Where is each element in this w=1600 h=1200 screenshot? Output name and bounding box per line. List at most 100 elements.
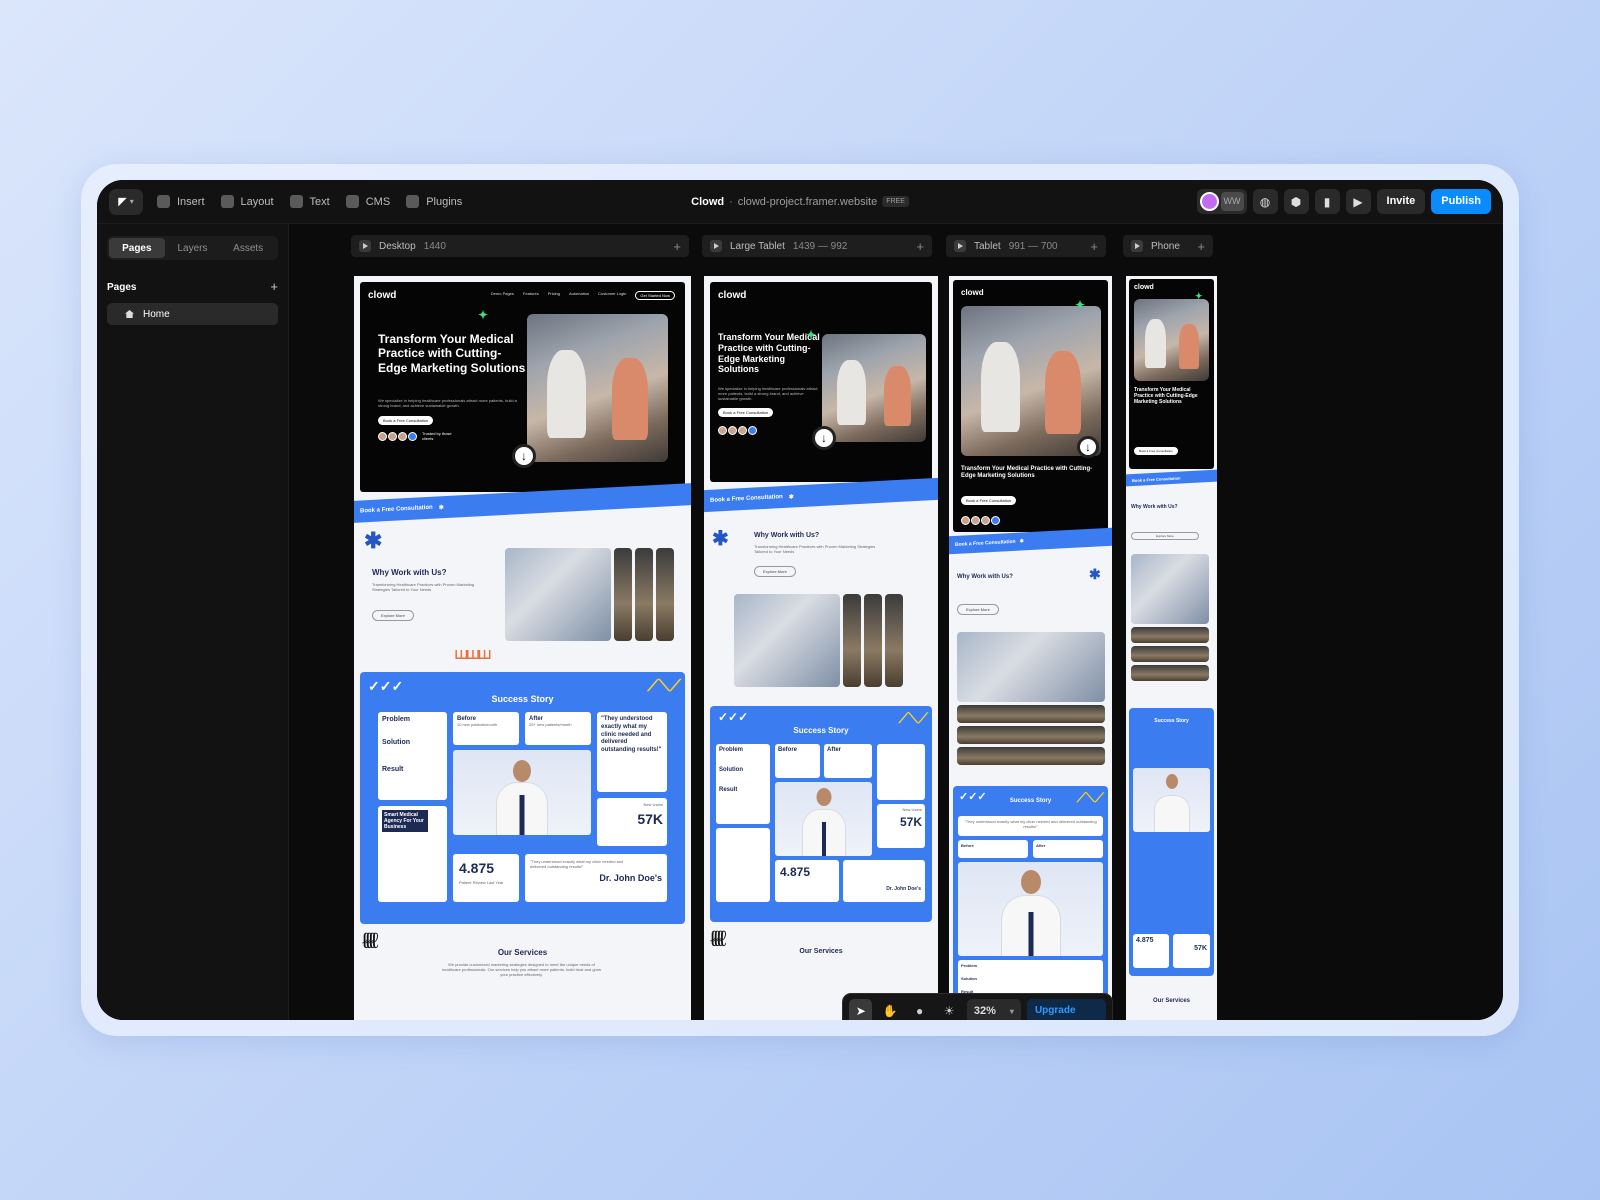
publish-button[interactable]: Publish (1431, 189, 1491, 214)
avatar (748, 426, 757, 435)
quote-text: "They understood exactly what my clinic … (601, 716, 662, 754)
avatar (981, 516, 990, 525)
after-card: After 25+ new patients/month (525, 712, 591, 745)
breakpoint-label-desktop[interactable]: Desktop 1440 + (351, 235, 689, 257)
asterisk-icon: ✱ (364, 528, 383, 553)
band-text: Book a Free Consultation (1132, 475, 1181, 483)
nav-link[interactable]: Customer Login (598, 291, 626, 300)
database-icon (345, 195, 359, 208)
quote-card: "They understood exactly what my clinic … (597, 712, 667, 792)
hero-subtitle: We specialize in helping healthcare prof… (378, 398, 517, 409)
tab-pages[interactable]: Pages (109, 238, 165, 258)
doctor-coat (1154, 796, 1189, 832)
new-users-value: 57K (1194, 945, 1207, 952)
explore-more-button[interactable]: Explore More (1131, 532, 1199, 540)
project-title[interactable]: Clowd · clowd-project.framer.website FRE… (691, 196, 909, 208)
phone-frame[interactable]: clowd ✦ Transform Your Medical Practice … (1126, 276, 1217, 1020)
before-card: Before 10 new patients/month (453, 712, 519, 745)
new-users-value: 57K (637, 811, 663, 828)
preview-play-icon[interactable] (1131, 240, 1143, 252)
hand-tool-icon[interactable]: ✋ (878, 999, 901, 1020)
services-title: Our Services (497, 948, 548, 957)
nav-link[interactable]: Automation (569, 291, 589, 300)
invite-button[interactable]: Invite (1376, 189, 1426, 214)
hero-cta-button[interactable]: Book a Free Consultation (961, 496, 1017, 505)
play-icon[interactable]: ▶ (1345, 189, 1371, 214)
doctor-tie (1028, 912, 1033, 956)
doctor-photo (958, 862, 1103, 956)
hero-cta-button[interactable]: Book a Free Consultation (718, 408, 774, 417)
collaborators[interactable]: WW (1196, 189, 1247, 214)
gallery-image (957, 632, 1105, 702)
add-breakpoint-icon[interactable]: + (1197, 239, 1205, 254)
insert-button[interactable]: Insert (157, 195, 205, 208)
scroll-down-icon[interactable]: ↓ (812, 426, 836, 450)
breakpoint-label-tablet[interactable]: Tablet 991 — 700 + (946, 235, 1106, 257)
add-page-icon[interactable]: + (270, 280, 278, 293)
consultation-band[interactable]: Book a Free Consultation ✱ (704, 477, 938, 513)
large-tablet-frame[interactable]: clowd Transform Your Medical Practice wi… (704, 276, 938, 1020)
nav-link[interactable]: Demo Pages (491, 291, 514, 300)
preview-play-icon[interactable] (954, 240, 966, 252)
gallery-image (635, 548, 653, 641)
band-text: Book a Free Consultation (955, 538, 1016, 548)
rating-value: 4.875 (459, 860, 495, 876)
plugins-button[interactable]: Plugins (406, 195, 462, 208)
problem-card: Problem Solution Result (378, 712, 447, 800)
explore-more-button[interactable]: Explore More (754, 566, 796, 577)
theme-toggle-icon[interactable]: ☀ (937, 999, 960, 1020)
add-breakpoint-icon[interactable]: + (673, 239, 681, 254)
explore-more-button[interactable]: Explore More (372, 610, 414, 621)
why-subtitle: Transforming Healthcare Practices with P… (754, 544, 876, 555)
sidebar-item-home[interactable]: Home (107, 303, 278, 325)
why-title: Why Work with Us? (372, 568, 447, 577)
rating-value: 4.875 (1136, 937, 1154, 944)
hero-photo (1134, 299, 1209, 381)
breakpoint-label-large-tablet[interactable]: Large Tablet 1439 — 992 + (702, 235, 932, 257)
text-button[interactable]: Text (289, 195, 330, 208)
cms-button[interactable]: CMS (345, 195, 390, 208)
title-separator: · (729, 195, 733, 208)
select-tool-icon[interactable]: ➤ (849, 999, 873, 1020)
add-breakpoint-icon[interactable]: + (1090, 239, 1098, 254)
site-logo: clowd (1134, 284, 1154, 291)
asterisk-icon: ✱ (712, 528, 729, 550)
analytics-icon[interactable]: ▮ (1314, 189, 1340, 214)
consultation-band[interactable]: Book a Free Consultation (1126, 469, 1217, 487)
tab-layers[interactable]: Layers (165, 238, 221, 258)
solution-label: Solution (382, 739, 410, 746)
trusted-avatars (961, 516, 1000, 525)
tab-assets[interactable]: Assets (220, 238, 276, 258)
hero-cta-button[interactable]: Book a Free Consultation (378, 416, 434, 425)
hero-cta-button[interactable]: Book a Free Consultation (1134, 447, 1178, 455)
upgrade-button[interactable]: Upgrade Now (1026, 999, 1106, 1020)
doctor-tie (519, 795, 525, 835)
doctor-photo (775, 782, 872, 856)
scroll-down-icon[interactable]: ↓ (1077, 436, 1099, 458)
explore-more-button[interactable]: Explore More (957, 604, 999, 615)
scroll-down-icon[interactable]: ↓ (512, 444, 536, 468)
framer-logo-icon: ◤ (118, 196, 127, 208)
canvas[interactable]: Desktop 1440 + Large Tablet 1439 — 992 +… (289, 224, 1503, 1020)
add-breakpoint-icon[interactable]: + (916, 239, 924, 254)
avatar (991, 516, 1000, 525)
desktop-frame[interactable]: clowd Demo Pages Features Pricing Automa… (354, 276, 691, 1020)
nav-link[interactable]: Pricing (548, 291, 560, 300)
breakpoint-label-phone[interactable]: Phone + (1123, 235, 1213, 257)
framer-menu-button[interactable]: ◤ ▾ (109, 188, 143, 215)
success-story-section: ✓✓✓ ⟋⟍⟋ Success Story "They understood e… (953, 786, 1108, 1020)
zoom-select[interactable]: 32% ▾ (966, 999, 1021, 1020)
globe-icon[interactable]: ◍ (1252, 189, 1278, 214)
hero-photo (527, 314, 668, 462)
settings-icon[interactable]: ⬢ (1283, 189, 1309, 214)
layout-button[interactable]: Layout (220, 195, 274, 208)
comment-tool-icon[interactable]: ● (908, 999, 931, 1020)
result-label: Result (719, 787, 738, 793)
tablet-frame[interactable]: clowd ✦ ↓ Transform Your Medical Practic… (949, 276, 1112, 1020)
preview-play-icon[interactable] (359, 240, 371, 252)
nav-cta-button[interactable]: Get Started Now (635, 291, 675, 300)
after-card: After (824, 744, 872, 778)
plus-square-icon (157, 195, 170, 208)
preview-play-icon[interactable] (710, 240, 722, 252)
nav-link[interactable]: Features (523, 291, 539, 300)
